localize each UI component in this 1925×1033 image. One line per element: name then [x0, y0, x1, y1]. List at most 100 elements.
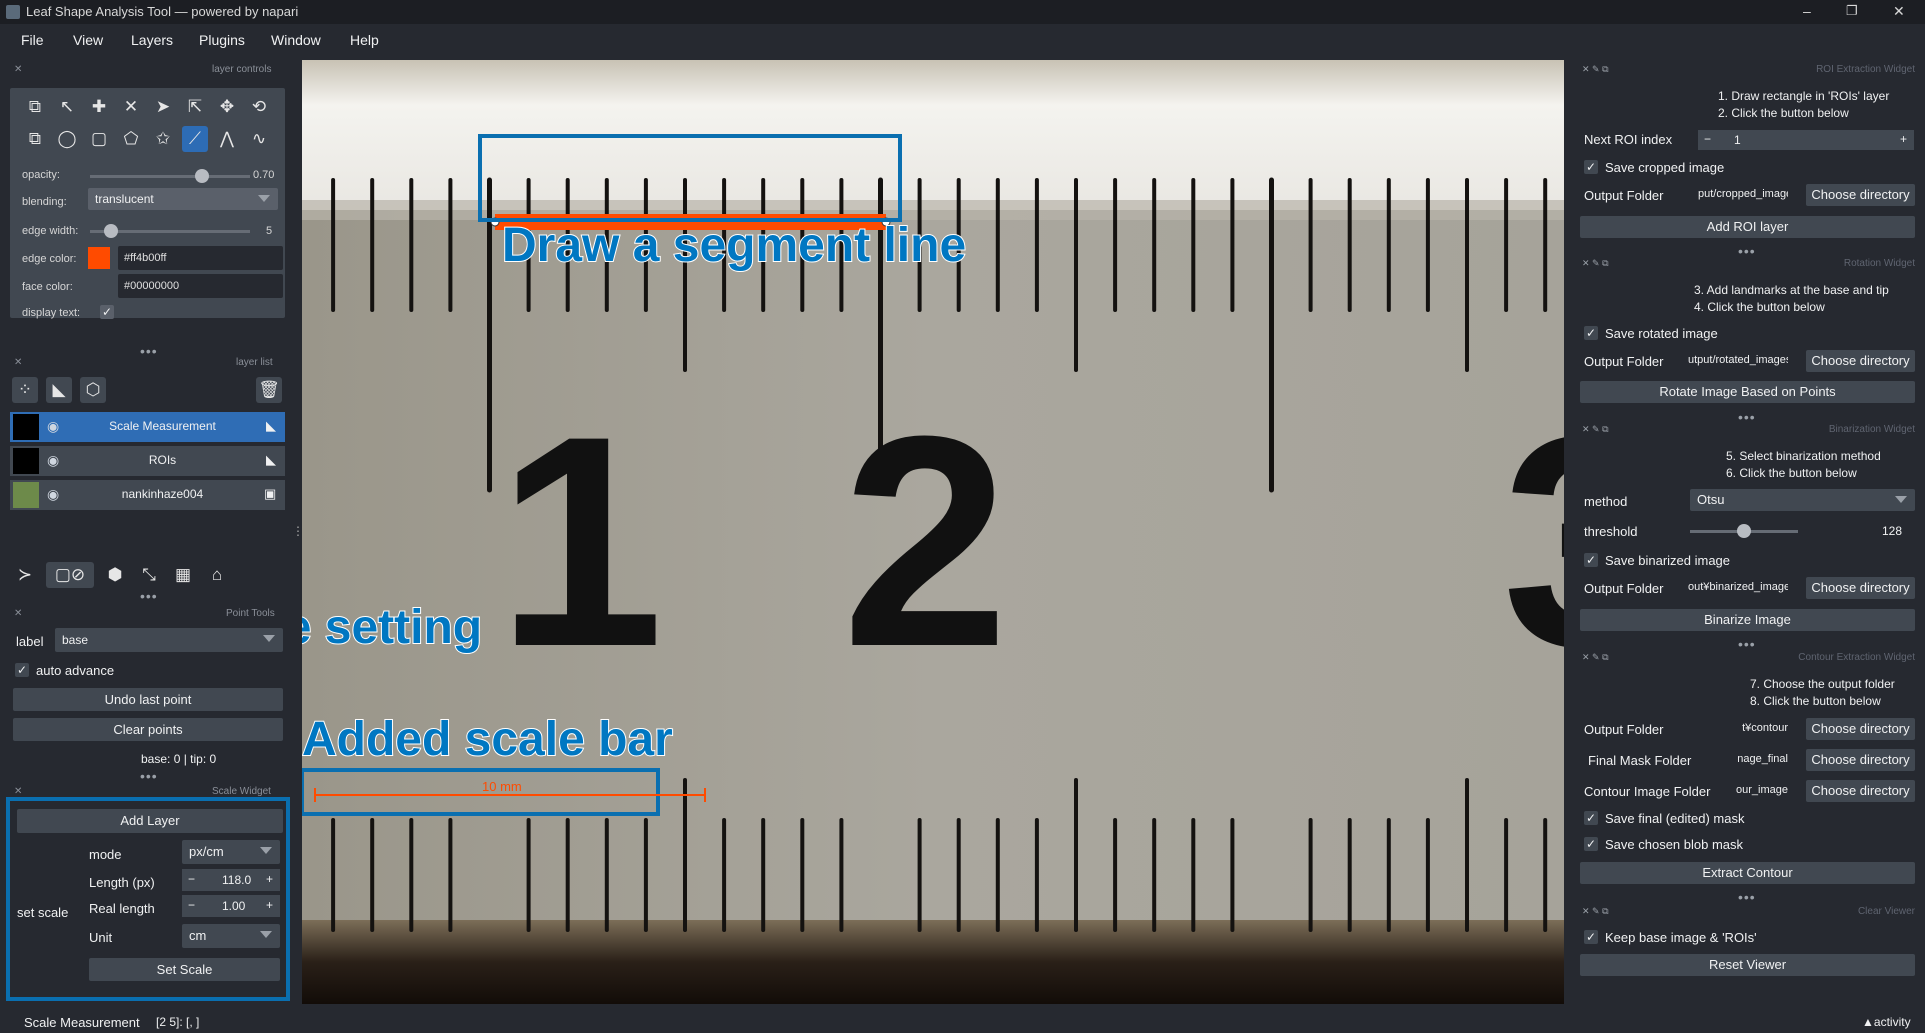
- contour-widget-close-icon[interactable]: ✕ ✎ ⧉: [1582, 652, 1609, 662]
- viewer-canvas[interactable]: 1 2 3 Draw a segment line Scale setting …: [302, 60, 1564, 1004]
- image-choose-directory-button[interactable]: Choose directory: [1806, 780, 1915, 802]
- splitter-handle[interactable]: •••: [1738, 889, 1756, 905]
- new-points-layer-icon[interactable]: ⁘: [12, 377, 38, 403]
- delete-layer-icon[interactable]: 🗑: [256, 377, 282, 403]
- plus-icon[interactable]: +: [266, 898, 273, 912]
- contour-output-field[interactable]: t¥contour: [1722, 722, 1788, 734]
- lasso-icon[interactable]: ✩: [150, 126, 176, 152]
- extract-contour-button[interactable]: Extract Contour: [1580, 862, 1915, 884]
- console-icon[interactable]: ≻: [12, 562, 38, 588]
- menu-view[interactable]: View: [73, 32, 103, 48]
- layer-row[interactable]: ◉ nankinhaze004 ▣: [10, 480, 285, 510]
- binarize-image-button[interactable]: Binarize Image: [1580, 609, 1915, 631]
- layer-list-close-icon[interactable]: ✕: [14, 357, 22, 368]
- undo-last-point-button[interactable]: Undo last point: [13, 688, 283, 711]
- splitter-handle[interactable]: •••: [140, 588, 158, 604]
- minus-icon[interactable]: −: [188, 872, 195, 886]
- rotation-widget-close-icon[interactable]: ✕ ✎ ⧉: [1582, 258, 1609, 268]
- method-select[interactable]: Otsu: [1690, 489, 1915, 511]
- visibility-eye-icon[interactable]: ◉: [47, 486, 59, 503]
- clear-widget-close-icon[interactable]: ✕ ✎ ⧉: [1582, 906, 1609, 916]
- contour-image-field[interactable]: our_image: [1722, 784, 1788, 796]
- blending-select[interactable]: translucent: [88, 188, 278, 210]
- rotation-output-field[interactable]: utput/rotated_images: [1688, 354, 1788, 366]
- ellipse-icon[interactable]: ◯: [54, 126, 80, 152]
- polygon-icon[interactable]: ⬠: [118, 126, 144, 152]
- face-color-input[interactable]: #00000000: [118, 274, 283, 298]
- remove-vertex-icon[interactable]: ✕: [118, 94, 144, 120]
- rectangle-icon[interactable]: ▢: [86, 126, 112, 152]
- roll-axes-icon[interactable]: ⬢: [102, 562, 128, 588]
- reset-viewer-button[interactable]: Reset Viewer: [1580, 954, 1915, 976]
- rotate-image-button[interactable]: Rotate Image Based on Points: [1580, 381, 1915, 403]
- maximize-button[interactable]: ❐: [1846, 3, 1858, 19]
- rotation-choose-directory-button[interactable]: Choose directory: [1806, 350, 1915, 372]
- ndisplay-toggle-icon[interactable]: ▢⊘: [46, 562, 94, 588]
- close-window-button[interactable]: ✕: [1893, 3, 1905, 20]
- new-shapes-layer-icon[interactable]: ◣: [46, 377, 72, 403]
- save-cropped-checkbox[interactable]: ✓: [1584, 160, 1598, 174]
- plus-icon[interactable]: +: [1900, 132, 1907, 146]
- activity-toggle[interactable]: ▲activity: [1862, 1015, 1911, 1029]
- minus-icon[interactable]: −: [1704, 132, 1711, 146]
- set-scale-button[interactable]: Set Scale: [89, 958, 280, 981]
- opacity-slider[interactable]: [90, 175, 250, 178]
- save-final-mask-checkbox[interactable]: ✓: [1584, 811, 1598, 825]
- clear-points-button[interactable]: Clear points: [13, 718, 283, 741]
- roi-output-field[interactable]: put/cropped_images: [1698, 188, 1788, 200]
- contour-choose-directory-button[interactable]: Choose directory: [1806, 718, 1915, 740]
- new-labels-layer-icon[interactable]: ⬡: [80, 377, 106, 403]
- edge-color-input[interactable]: #ff4b00ff: [118, 246, 283, 270]
- roi-widget-close-icon[interactable]: ✕ ✎ ⧉: [1582, 64, 1609, 74]
- final-mask-field[interactable]: nage_final: [1722, 753, 1788, 765]
- auto-advance-checkbox[interactable]: ✓: [15, 663, 29, 677]
- layer-row[interactable]: ◉ ROIs ◣: [10, 446, 285, 476]
- select-shape-icon[interactable]: ➤: [150, 94, 176, 120]
- add-layer-button[interactable]: Add Layer: [17, 809, 283, 833]
- add-vertex-icon[interactable]: ✚: [86, 94, 112, 120]
- pan-zoom-icon[interactable]: ✥: [214, 94, 240, 120]
- polyline-icon[interactable]: ∿: [246, 126, 272, 152]
- save-blob-mask-checkbox[interactable]: ✓: [1584, 837, 1598, 851]
- label-select[interactable]: base: [55, 628, 283, 652]
- next-roi-spinbox[interactable]: − 1 +: [1698, 130, 1914, 150]
- minus-icon[interactable]: −: [188, 898, 195, 912]
- line-icon[interactable]: ⟋: [182, 126, 208, 152]
- dock-close-icon[interactable]: ✕: [14, 64, 22, 75]
- menu-file[interactable]: File: [21, 32, 44, 48]
- grid-icon[interactable]: ▦: [170, 562, 196, 588]
- duplicate-icon[interactable]: ⧉: [22, 126, 48, 152]
- select-vertex-icon[interactable]: ⧉: [22, 94, 48, 120]
- visibility-eye-icon[interactable]: ◉: [47, 418, 59, 435]
- keep-base-checkbox[interactable]: ✓: [1584, 930, 1598, 944]
- edge-color-swatch[interactable]: [88, 247, 110, 269]
- mask-choose-directory-button[interactable]: Choose directory: [1806, 749, 1915, 771]
- visibility-eye-icon[interactable]: ◉: [47, 452, 59, 469]
- layer-row[interactable]: ◉ Scale Measurement ◣: [10, 412, 285, 442]
- direct-select-vertex-icon[interactable]: ⇱: [182, 94, 208, 120]
- splitter-handle[interactable]: •••: [140, 768, 158, 784]
- scale-widget-close-icon[interactable]: ✕: [14, 786, 22, 797]
- mode-select[interactable]: px/cm: [182, 840, 280, 864]
- splitter-handle[interactable]: •••: [1738, 409, 1756, 425]
- home-icon[interactable]: ⌂: [204, 562, 230, 588]
- menu-window[interactable]: Window: [271, 32, 321, 48]
- roi-choose-directory-button[interactable]: Choose directory: [1806, 184, 1915, 206]
- plus-icon[interactable]: +: [266, 872, 273, 886]
- direct-select-icon[interactable]: ↖: [54, 94, 80, 120]
- binarization-output-field[interactable]: out¥binarized_images: [1688, 581, 1788, 593]
- display-text-checkbox[interactable]: ✓: [100, 305, 114, 319]
- binarization-widget-close-icon[interactable]: ✕ ✎ ⧉: [1582, 424, 1609, 434]
- minimize-button[interactable]: –: [1803, 3, 1811, 19]
- splitter-handle[interactable]: •••: [140, 343, 158, 359]
- unit-select[interactable]: cm: [182, 924, 280, 948]
- splitter-handle[interactable]: •••: [1738, 243, 1756, 259]
- binarization-choose-directory-button[interactable]: Choose directory: [1806, 577, 1915, 599]
- save-rotated-checkbox[interactable]: ✓: [1584, 326, 1598, 340]
- save-binarized-checkbox[interactable]: ✓: [1584, 553, 1598, 567]
- add-roi-layer-button[interactable]: Add ROI layer: [1580, 216, 1915, 238]
- point-tools-close-icon[interactable]: ✕: [14, 608, 22, 619]
- real-length-spinbox[interactable]: − 1.00 +: [182, 895, 280, 917]
- menu-plugins[interactable]: Plugins: [199, 32, 245, 48]
- transpose-icon[interactable]: ⤡: [136, 562, 162, 588]
